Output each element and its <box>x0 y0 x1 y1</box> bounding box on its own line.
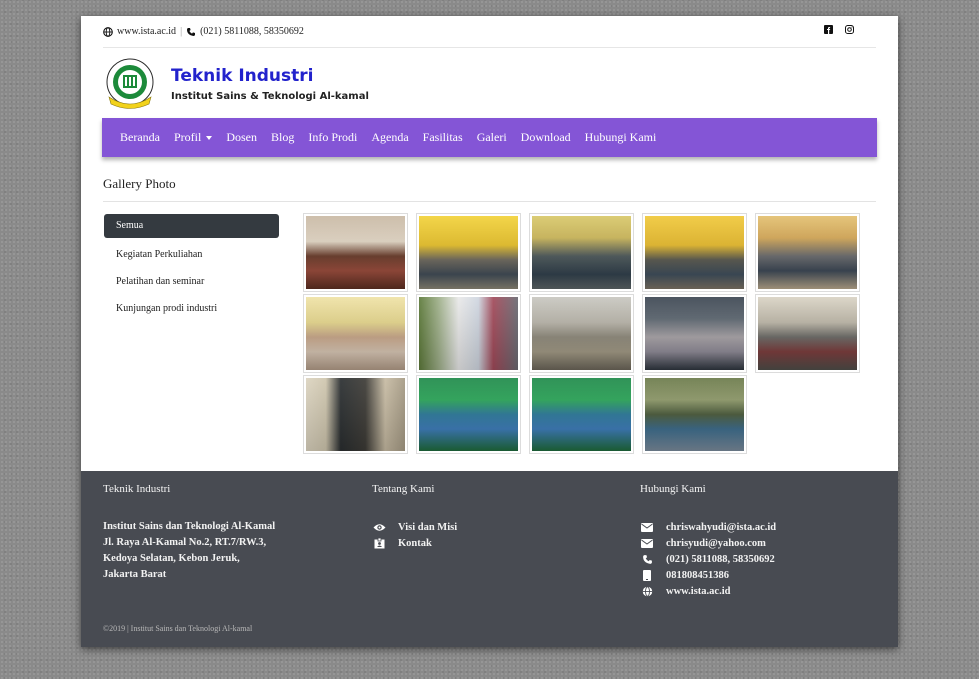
photo-image <box>306 216 405 289</box>
phone-icon <box>186 27 196 37</box>
brand-header: Teknik Industri Institut Sains & Teknolo… <box>103 54 369 114</box>
kontak-link[interactable]: Kontak <box>372 535 457 551</box>
photo-image <box>419 378 518 451</box>
page-container: www.ista.ac.id | (021) 5811088, 58350692 <box>81 16 898 647</box>
nav-download[interactable]: Download <box>521 130 571 145</box>
nav-info-prodi[interactable]: Info Prodi <box>308 130 357 145</box>
gallery-photo[interactable] <box>642 375 747 454</box>
gallery-photo[interactable] <box>416 375 521 454</box>
ista-logo[interactable] <box>103 57 157 111</box>
photo-image <box>419 216 518 289</box>
category-semua[interactable]: Semua <box>104 214 279 238</box>
separator: | <box>180 26 183 37</box>
address-line: Kedoya Selatan, Kebon Jeruk, <box>103 553 240 564</box>
link-label: Visi dan Misi <box>398 521 458 533</box>
envelope-icon <box>640 538 654 548</box>
address-line: Institut Sains dan Teknologi Al-Kamal <box>103 521 276 532</box>
photo-image <box>645 378 744 451</box>
gallery-photo[interactable] <box>303 375 408 454</box>
gallery-photo[interactable] <box>642 213 747 292</box>
gallery-photo[interactable] <box>303 294 408 373</box>
copyright-text: ©2019 | Institut Sains dan Teknologi Al-… <box>103 624 253 633</box>
footer-heading: Tentang Kami <box>372 483 435 495</box>
social-links <box>824 25 854 37</box>
gallery-photo[interactable] <box>416 294 521 373</box>
gallery-photo[interactable] <box>642 294 747 373</box>
site-title[interactable]: Teknik Industri <box>171 66 369 86</box>
globe-icon <box>640 585 654 597</box>
nav-beranda[interactable]: Beranda <box>120 130 160 145</box>
gallery-photo[interactable] <box>416 213 521 292</box>
nav-profil[interactable]: Profil <box>173 130 213 145</box>
contact-label: chrisyudi@yahoo.com <box>666 537 766 549</box>
photo-image <box>532 216 631 289</box>
contact-label: www.ista.ac.id <box>666 585 731 597</box>
divider <box>103 201 876 202</box>
nav-profil-label: Profil <box>173 130 202 144</box>
address-line: Jakarta Barat <box>103 569 167 580</box>
envelope-icon <box>640 522 654 532</box>
main-navbar: Beranda Profil Dosen Blog Info Prodi Age… <box>102 118 877 157</box>
eye-icon <box>372 523 386 532</box>
mobile-phone-icon <box>640 569 654 581</box>
nav-agenda[interactable]: Agenda <box>371 130 408 145</box>
phone-icon <box>640 554 654 565</box>
top-info-bar: www.ista.ac.id | (021) 5811088, 58350692 <box>103 16 876 48</box>
photo-image <box>306 297 405 370</box>
contact-label: (021) 5811088, 58350692 <box>666 553 775 565</box>
photo-image <box>645 297 744 370</box>
photo-image <box>306 378 405 451</box>
gallery-photo[interactable] <box>529 375 634 454</box>
photo-image <box>532 297 631 370</box>
page-title: Gallery Photo <box>103 176 176 191</box>
nav-blog[interactable]: Blog <box>271 130 294 145</box>
category-pelatihan-seminar[interactable]: Pelatihan dan seminar <box>104 268 279 295</box>
footer-heading: Teknik Industri <box>103 483 171 495</box>
footer-heading: Hubungi Kami <box>640 483 706 495</box>
caret-down-icon <box>206 136 213 141</box>
nav-fasilitas[interactable]: Fasilitas <box>423 130 463 145</box>
photo-image <box>758 297 857 370</box>
phone-number: (021) 5811088, 58350692 <box>200 26 304 37</box>
footer-tentang-column: Tentang Kami Visi dan Misi Kontak <box>372 483 457 551</box>
nav-hubungi-kami[interactable]: Hubungi Kami <box>585 130 657 145</box>
gallery-photo[interactable] <box>755 213 860 292</box>
gallery-photo[interactable] <box>755 294 860 373</box>
photo-image <box>419 297 518 370</box>
contact-card-icon <box>372 537 386 549</box>
visi-misi-link[interactable]: Visi dan Misi <box>372 519 457 535</box>
contact-label: 081808451386 <box>666 569 729 581</box>
address-line: Jl. Raya Al-Kamal No.2, RT.7/RW.3, <box>103 537 267 548</box>
facebook-icon[interactable] <box>824 25 833 37</box>
photo-image <box>758 216 857 289</box>
footer-contact-column: Hubungi Kami chriswahyudi@ista.ac.id chr… <box>640 483 776 599</box>
email-contact[interactable]: chrisyudi@yahoo.com <box>640 535 776 551</box>
phone-contact[interactable]: (021) 5811088, 58350692 <box>640 551 776 567</box>
instagram-icon[interactable] <box>845 25 854 37</box>
photo-image <box>645 216 744 289</box>
category-kegiatan-perkuliahan[interactable]: Kegiatan Perkuliahan <box>104 241 279 268</box>
email-contact[interactable]: chriswahyudi@ista.ac.id <box>640 519 776 535</box>
gallery-photo[interactable] <box>303 213 408 292</box>
footer-address: Institut Sains dan Teknologi Al-Kamal Jl… <box>103 519 275 583</box>
gallery-photo[interactable] <box>529 294 634 373</box>
nav-dosen[interactable]: Dosen <box>226 130 257 145</box>
footer-about-column: Teknik Industri Institut Sains dan Tekno… <box>103 483 275 583</box>
nav-galeri[interactable]: Galeri <box>477 130 507 145</box>
site-footer: Teknik Industri Institut Sains dan Tekno… <box>81 471 898 647</box>
contact-label: chriswahyudi@ista.ac.id <box>666 521 777 533</box>
photo-image <box>532 378 631 451</box>
gallery-photo[interactable] <box>529 213 634 292</box>
link-label: Kontak <box>398 537 432 549</box>
globe-icon <box>103 26 113 37</box>
website-link[interactable]: www.ista.ac.id <box>117 26 176 37</box>
site-subtitle: Institut Sains & Teknologi Al-kamal <box>171 91 369 102</box>
category-kunjungan-industri[interactable]: Kunjungan prodi industri <box>104 295 279 322</box>
category-list: Semua Kegiatan Perkuliahan Pelatihan dan… <box>104 214 279 322</box>
mobile-contact[interactable]: 081808451386 <box>640 567 776 583</box>
website-contact[interactable]: www.ista.ac.id <box>640 583 776 599</box>
